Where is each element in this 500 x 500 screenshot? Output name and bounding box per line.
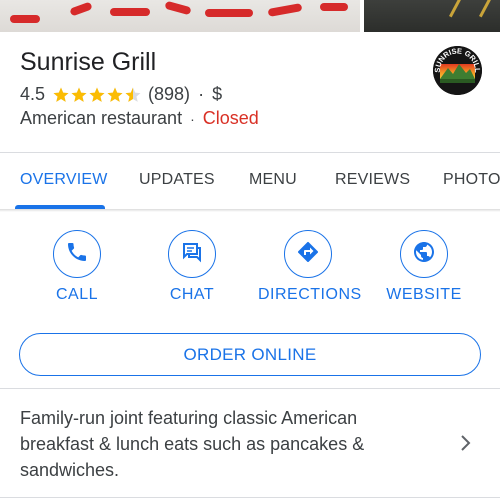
directions-label: DIRECTIONS — [258, 286, 362, 303]
category-label: American restaurant — [20, 108, 183, 128]
rating-row[interactable]: 4.5 (898) · $ — [20, 84, 222, 105]
tab-overview[interactable]: OVERVIEW — [20, 171, 108, 189]
globe-icon — [412, 240, 436, 269]
photo-thumbnail-sign[interactable] — [0, 0, 360, 32]
separator-dot: · — [190, 110, 195, 127]
tab-bar: OVERVIEW UPDATES MENU REVIEWS PHOTOS — [0, 153, 500, 209]
call-button-circle[interactable] — [53, 230, 101, 278]
website-button[interactable]: WEBSITE — [374, 230, 474, 304]
photo-strip[interactable] — [0, 0, 500, 32]
type-row: American restaurant · Closed — [20, 108, 259, 129]
tab-reviews[interactable]: REVIEWS — [335, 171, 410, 189]
order-online-button[interactable]: ORDER ONLINE — [19, 333, 481, 376]
divider — [0, 388, 500, 389]
chat-label: CHAT — [169, 286, 215, 303]
website-label: WEBSITE — [386, 286, 462, 303]
place-title: Sunrise Grill — [20, 48, 157, 76]
star-icon — [125, 87, 141, 102]
chat-button-circle[interactable] — [168, 230, 216, 278]
star-icon — [71, 87, 87, 102]
photo-thumbnail-parking[interactable] — [364, 0, 500, 32]
star-rating — [52, 86, 142, 104]
website-button-circle[interactable] — [400, 230, 448, 278]
chevron-right-icon[interactable] — [458, 434, 474, 452]
phone-icon — [65, 240, 89, 269]
star-icon — [53, 87, 69, 102]
open-status: Closed — [202, 108, 259, 128]
place-description[interactable]: Family-run joint featuring classic Ameri… — [20, 405, 420, 483]
tab-menu[interactable]: MENU — [249, 171, 297, 189]
call-button[interactable]: CALL — [27, 230, 127, 304]
chat-icon — [180, 240, 204, 269]
star-icon — [107, 87, 123, 102]
directions-button[interactable]: DIRECTIONS — [258, 230, 362, 304]
star-icon — [89, 87, 105, 102]
tab-bar-shadow — [0, 209, 500, 212]
rating-value: 4.5 — [20, 84, 46, 104]
review-count[interactable]: (898) — [148, 84, 190, 105]
price-level: $ — [212, 84, 223, 104]
chat-button[interactable]: CHAT — [142, 230, 242, 304]
call-label: CALL — [55, 286, 99, 303]
directions-button-circle[interactable] — [284, 230, 332, 278]
business-logo[interactable]: SUNRISE GRILL — [433, 46, 482, 95]
divider — [0, 497, 500, 498]
separator-dot: · — [198, 84, 205, 104]
tab-updates[interactable]: UPDATES — [139, 171, 215, 189]
directions-icon — [296, 240, 320, 269]
tab-photos[interactable]: PHOTOS — [443, 171, 500, 189]
